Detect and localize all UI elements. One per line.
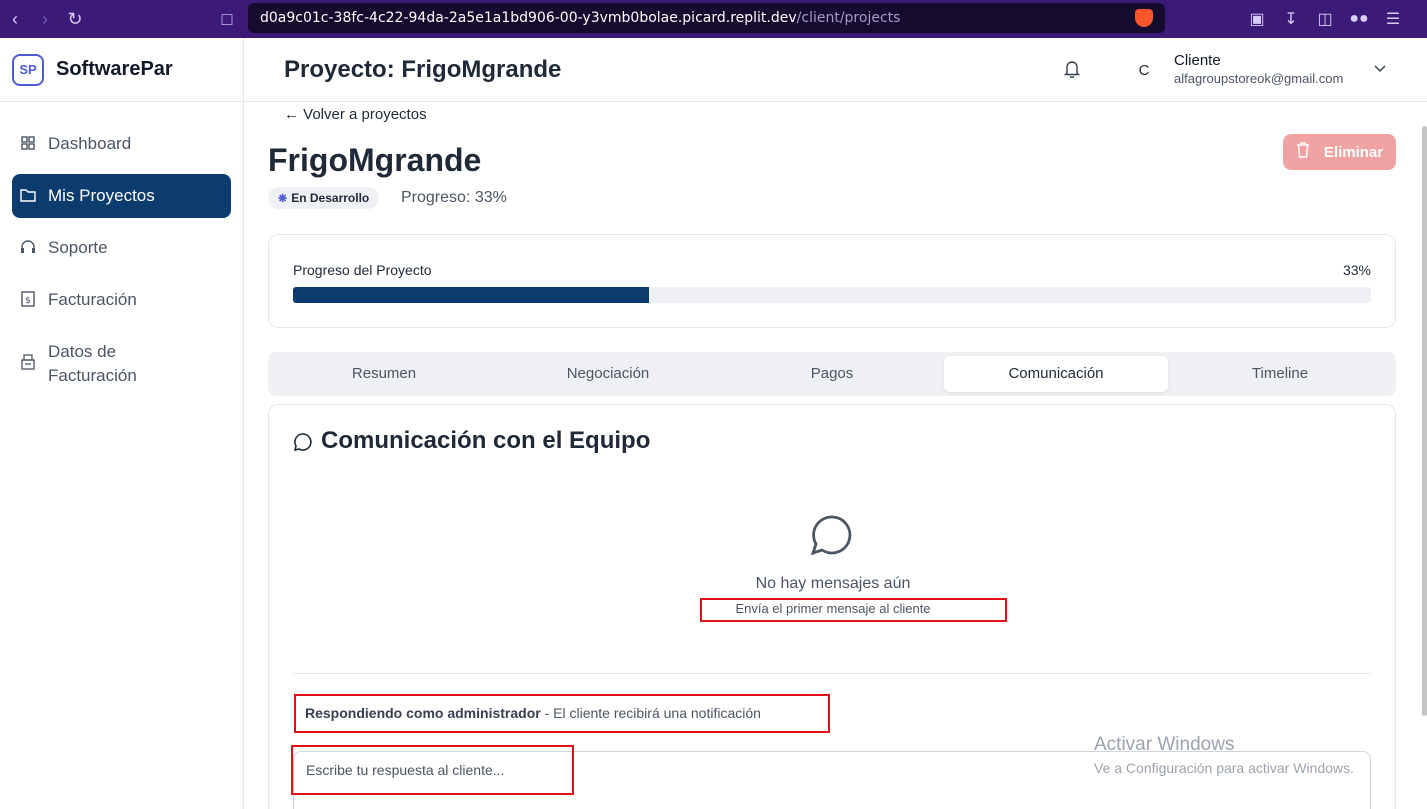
folder-icon <box>20 187 36 203</box>
sidebar-item-label: Dashboard <box>48 134 132 153</box>
sidebar-item-mis-proyectos[interactable]: Mis Proyectos <box>12 174 231 218</box>
brand-name: SoftwarePar <box>56 58 173 80</box>
watermark-line1: Activar Windows <box>1094 734 1235 755</box>
communication-title-text: Comunicación con el Equipo <box>321 427 651 454</box>
avatar[interactable]: C <box>1132 58 1156 82</box>
brave-shield-icon[interactable] <box>1135 9 1153 27</box>
status-label: En Desarrollo <box>291 191 370 205</box>
highlight-box <box>294 694 830 733</box>
delete-project-button[interactable]: Eliminar <box>1283 134 1396 170</box>
download-icon[interactable]: ↧ <box>1281 9 1301 29</box>
browser-toolbar: ‹ › ↻ □ d0a9c01c-38fc-4c22-94da-2a5e1a1b… <box>0 0 1427 38</box>
sidebar-item-label: Soporte <box>48 238 108 257</box>
invoice-icon: $ <box>20 291 36 307</box>
message-circle-icon <box>809 513 853 557</box>
grid-icon <box>20 135 36 151</box>
tab-comunicacion[interactable]: Comunicación <box>944 356 1168 392</box>
url-path: /client/projects <box>796 10 901 26</box>
sidebar-toggle-icon[interactable]: ◫ <box>1315 9 1335 29</box>
message-circle-icon <box>293 431 313 452</box>
screenshot-icon[interactable]: ▣ <box>1247 9 1267 29</box>
windows-activation-watermark: Activar Windows Ve a Configuración para … <box>1094 734 1354 776</box>
sidebar-item-facturacion[interactable]: $ Facturación <box>12 278 231 322</box>
sidebar-nav: Dashboard Mis Proyectos Soporte $ Factur… <box>0 102 243 426</box>
user-email: alfagroupstoreok@gmail.com <box>1174 71 1344 86</box>
project-name: FrigoMgrande <box>268 142 482 178</box>
forward-arrow-icon[interactable]: › <box>30 4 60 34</box>
tab-negociacion[interactable]: Negociación <box>496 356 720 392</box>
brand-logo[interactable]: SP SoftwarePar <box>0 38 243 102</box>
softwarepar-logo-icon: SP <box>12 53 44 86</box>
top-header: Proyecto: FrigoMgrande C Cliente alfagro… <box>244 38 1427 102</box>
user-name: Cliente <box>1174 52 1221 69</box>
sidebar-item-label: Mis Proyectos <box>48 186 155 205</box>
tab-resumen[interactable]: Resumen <box>272 356 496 392</box>
tab-pagos[interactable]: Pagos <box>720 356 944 392</box>
status-badge: ❋ En Desarrollo <box>268 187 380 209</box>
bell-icon[interactable] <box>1063 60 1084 80</box>
address-bar[interactable]: d0a9c01c-38fc-4c22-94da-2a5e1a1bd906-00-… <box>248 3 1165 33</box>
project-tabs: Resumen Negociación Pagos Comunicación T… <box>268 352 1396 396</box>
divider <box>293 673 1371 674</box>
highlight-box <box>291 745 574 795</box>
communication-title: Comunicación con el Equipo <box>293 427 650 455</box>
progress-label: Progreso del Proyecto <box>293 262 432 278</box>
sidebar: SP SoftwarePar Dashboard Mis Proyectos S… <box>0 38 244 809</box>
progress-summary: Progreso: 33% <box>401 189 507 206</box>
sidebar-item-soporte[interactable]: Soporte <box>12 226 231 270</box>
page-title: Proyecto: FrigoMgrande <box>284 55 562 83</box>
svg-text:$: $ <box>25 296 31 306</box>
reload-icon[interactable]: ↻ <box>60 4 90 34</box>
back-to-projects-link[interactable]: ← Volver a proyectos <box>284 106 427 123</box>
sidebar-item-label: Facturación <box>48 290 137 309</box>
chevron-down-icon[interactable] <box>1374 60 1386 76</box>
sidebar-item-datos-facturacion[interactable]: Datos de Facturación <box>12 330 231 398</box>
private-glasses-icon[interactable]: ●● <box>1349 9 1369 29</box>
watermark-line2: Ve a Configuración para activar Windows. <box>1094 760 1354 776</box>
page-scrollbar[interactable] <box>1422 126 1427 716</box>
trash-icon <box>1296 142 1310 162</box>
progress-card: Progreso del Proyecto 33% <box>268 234 1396 328</box>
progress-bar <box>293 287 1371 303</box>
gear-icon: ❋ <box>278 192 288 205</box>
main-content: ← Volver a proyectos FrigoMgrande ❋ En D… <box>244 102 1420 809</box>
register-icon <box>20 354 36 370</box>
user-menu[interactable]: Cliente alfagroupstoreok@gmail.com <box>1174 52 1343 86</box>
tab-timeline[interactable]: Timeline <box>1168 356 1392 392</box>
progress-bar-fill <box>293 287 649 303</box>
headset-icon <box>20 239 36 255</box>
delete-label: Eliminar <box>1323 143 1384 161</box>
sidebar-item-dashboard[interactable]: Dashboard <box>12 122 231 166</box>
menu-icon[interactable]: ☰ <box>1383 9 1403 29</box>
bookmark-icon[interactable]: □ <box>212 4 242 34</box>
url-host: d0a9c01c-38fc-4c22-94da-2a5e1a1bd906-00-… <box>260 10 797 26</box>
back-arrow-icon[interactable]: ‹ <box>0 4 30 34</box>
progress-value: 33% <box>1342 262 1371 278</box>
sidebar-item-label: Datos de Facturación <box>48 342 137 385</box>
empty-state-title: No hay mensajes aún <box>755 575 911 592</box>
highlight-box <box>700 598 1007 622</box>
